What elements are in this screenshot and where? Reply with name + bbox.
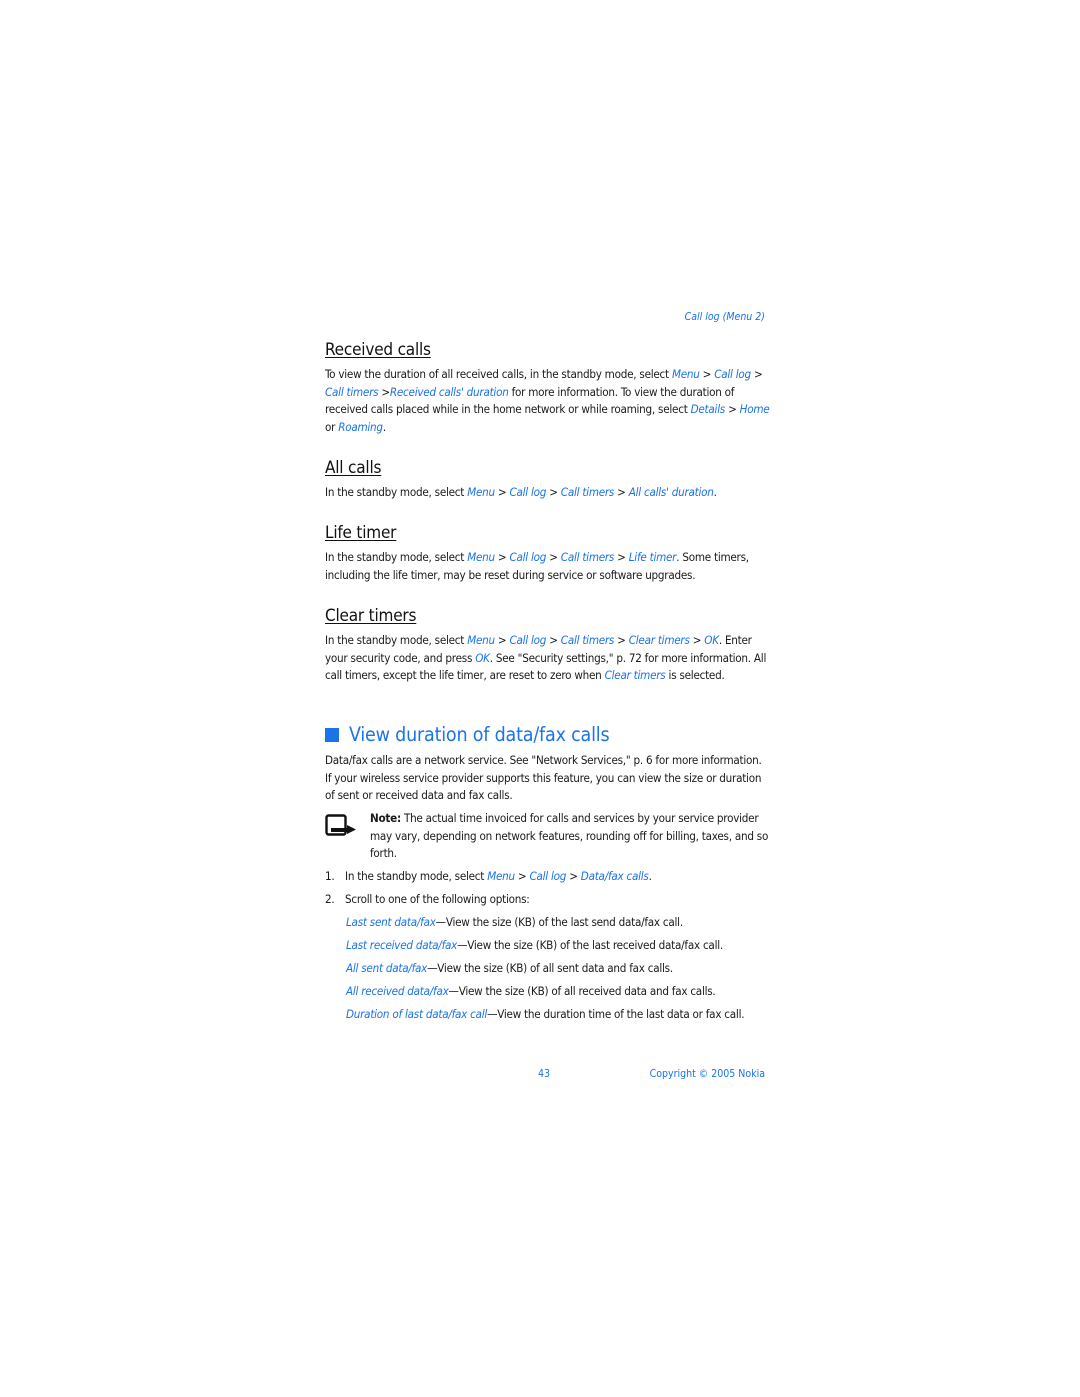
separator: > [546, 485, 561, 499]
heading-all-calls: All calls [325, 458, 382, 478]
separator: > [689, 633, 705, 647]
separator: > [614, 550, 629, 564]
menu-path-call-log: Call log [714, 367, 751, 381]
menu-path-clear-timers: Clear timers [628, 633, 690, 647]
separator: > [546, 633, 561, 647]
page-number: 43 [538, 1068, 551, 1080]
option-item: Last sent data/fax—View the size (KB) of… [346, 914, 766, 932]
menu-path-menu: Menu [467, 550, 495, 564]
text: . [382, 419, 386, 434]
text: In the standby mode, select [325, 550, 468, 564]
menu-path-menu: Menu [671, 367, 700, 381]
text: To view the duration of all received cal… [325, 367, 672, 381]
separator: > [494, 485, 510, 499]
separator: > [494, 633, 510, 647]
text: In the standby mode, select [325, 633, 468, 647]
menu-path-ok: OK [475, 650, 490, 665]
separator: > [546, 550, 561, 564]
menu-path-received-duration: Received calls' duration [389, 384, 509, 399]
separator: > [494, 550, 510, 564]
separator: > [750, 367, 763, 381]
option-name: All sent data/fax [346, 961, 428, 975]
text: or [325, 419, 339, 434]
separator: > [699, 367, 715, 381]
menu-path-details: Details [690, 402, 726, 417]
menu-path-all-calls-duration: All calls' duration [628, 485, 714, 499]
menu-path-call-log: Call log [509, 633, 547, 647]
text: . [648, 869, 652, 883]
option-desc: —View the size (KB) of the last send dat… [435, 915, 684, 929]
option-name: Last received data/fax [346, 938, 458, 952]
text: The actual time invoiced for calls and s… [370, 811, 769, 861]
note-hand-icon [325, 814, 356, 836]
heading-life-timer: Life timer [325, 523, 397, 543]
menu-path-menu: Menu [467, 485, 495, 499]
menu-path-data-fax-calls: Data/fax calls [580, 869, 649, 883]
separator: > [725, 402, 740, 417]
option-name: All received data/fax [346, 984, 449, 998]
option-desc: —View the size (KB) of all sent data and… [427, 961, 673, 975]
option-name: Duration of last data/fax call [346, 1007, 488, 1021]
menu-path-roaming: Roaming [338, 419, 383, 434]
paragraph-all-calls: In the standby mode, select Menu > Call … [325, 484, 770, 502]
note-label: Note: [370, 811, 401, 825]
menu-path-life-timer: Life timer [628, 550, 677, 564]
option-item: All sent data/fax—View the size (KB) of … [346, 960, 766, 978]
menu-path-home: Home [739, 402, 770, 417]
option-desc: —View the duration time of the last data… [487, 1007, 745, 1021]
text: . [713, 485, 717, 499]
option-desc: —View the size (KB) of all received data… [448, 984, 716, 998]
menu-path-clear-timers: Clear timers [604, 668, 666, 683]
text: Scroll to one of the following options: [345, 892, 530, 906]
menu-path-call-timers: Call timers [560, 550, 615, 564]
text: In the standby mode, select [345, 869, 488, 883]
menu-path-menu: Menu [467, 633, 495, 647]
menu-path-call-log: Call log [509, 485, 547, 499]
paragraph-received-calls: To view the duration of all received cal… [325, 366, 770, 436]
heading-received-calls: Received calls [325, 340, 431, 360]
separator: > [614, 485, 629, 499]
heading-clear-timers: Clear timers [325, 606, 417, 626]
running-head: Call log (Menu 2) [684, 311, 765, 323]
separator: > [378, 384, 390, 399]
menu-path-call-timers: Call timers [325, 384, 379, 399]
separator: > [566, 869, 581, 883]
text: is selected. [665, 668, 725, 683]
note-text: Note: The actual time invoiced for calls… [370, 810, 770, 863]
step-1: 1. In the standby mode, select Menu > Cal… [325, 868, 652, 886]
menu-path-call-log: Call log [509, 550, 547, 564]
step-number: 1. [325, 869, 335, 883]
section-title: View duration of data/fax calls [349, 723, 610, 746]
option-item: Last received data/fax—View the size (KB… [346, 937, 766, 955]
step-2: 2. Scroll to one of the following options… [325, 891, 530, 909]
copyright: Copyright © 2005 Nokia [649, 1068, 765, 1080]
separator: > [514, 869, 530, 883]
option-desc: —View the size (KB) of the last received… [457, 938, 723, 952]
option-item: All received data/fax—View the size (KB)… [346, 983, 766, 1001]
section-heading-data-fax: View duration of data/fax calls [325, 723, 610, 746]
paragraph-clear-timers: In the standby mode, select Menu > Call … [325, 632, 770, 685]
menu-path-ok: OK [704, 633, 719, 647]
square-bullet-icon [325, 727, 339, 742]
option-item: Duration of last data/fax call—View the … [346, 1006, 746, 1024]
menu-path-menu: Menu [487, 869, 515, 883]
option-name: Last sent data/fax [346, 915, 436, 929]
paragraph-data-fax-intro: Data/fax calls are a network service. Se… [325, 753, 762, 803]
separator: > [614, 633, 629, 647]
menu-path-call-timers: Call timers [560, 485, 615, 499]
step-number: 2. [325, 892, 335, 906]
menu-path-call-timers: Call timers [560, 633, 615, 647]
paragraph-life-timer: In the standby mode, select Menu > Call … [325, 549, 770, 584]
menu-path-call-log: Call log [529, 869, 567, 883]
text: In the standby mode, select [325, 485, 468, 499]
